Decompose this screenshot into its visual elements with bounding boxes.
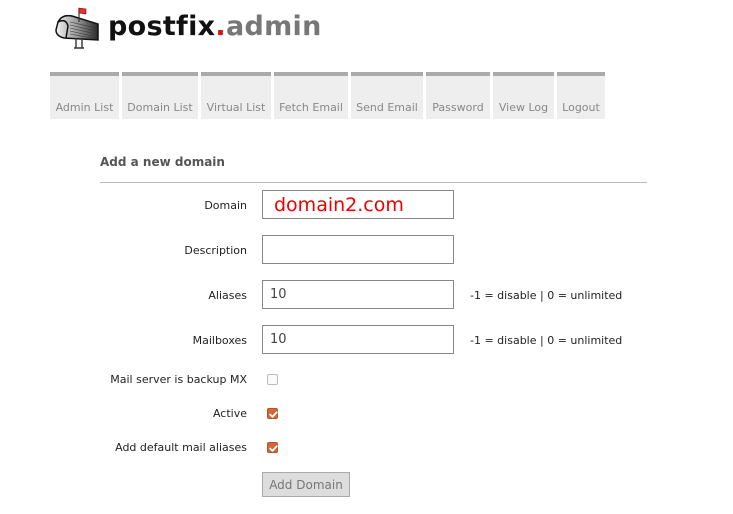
logo-text-admin: admin bbox=[225, 11, 322, 42]
active-label: Active bbox=[212, 407, 247, 420]
domain-input[interactable] bbox=[262, 190, 454, 219]
mailboxes-hint: -1 = disable | 0 = unlimited bbox=[470, 334, 623, 347]
default-aliases-label: Add default mail aliases bbox=[115, 441, 247, 454]
form-title: Add a new domain bbox=[100, 155, 225, 169]
aliases-hint: -1 = disable | 0 = unlimited bbox=[470, 289, 623, 302]
menu-item-send-email[interactable]: Send Email bbox=[351, 72, 423, 119]
logo-text: postfix.admin bbox=[108, 11, 322, 42]
aliases-label: Aliases bbox=[208, 289, 247, 302]
default-aliases-checkbox[interactable] bbox=[267, 442, 278, 453]
menu-item-fetch-email[interactable]: Fetch Email bbox=[274, 72, 348, 119]
domain-label: Domain bbox=[204, 199, 247, 212]
menu-item-virtual-list[interactable]: Virtual List bbox=[201, 72, 271, 119]
checkmark-icon bbox=[269, 445, 278, 452]
menu-item-password[interactable]: Password bbox=[426, 72, 490, 119]
checkmark-icon bbox=[269, 411, 278, 418]
backup-mx-label: Mail server is backup MX bbox=[110, 373, 247, 386]
form-divider bbox=[100, 182, 647, 183]
mailboxes-input[interactable] bbox=[262, 325, 454, 354]
mailboxes-label: Mailboxes bbox=[192, 334, 247, 347]
active-checkbox[interactable] bbox=[267, 408, 278, 419]
menu-item-admin-list[interactable]: Admin List bbox=[50, 72, 119, 119]
description-input[interactable] bbox=[262, 235, 454, 264]
menu-item-domain-list[interactable]: Domain List bbox=[122, 72, 198, 119]
logo: postfix.admin bbox=[52, 4, 321, 52]
description-label: Description bbox=[184, 244, 247, 257]
logo-text-dot: . bbox=[215, 11, 226, 42]
aliases-input[interactable] bbox=[262, 280, 454, 309]
menu-item-view-log[interactable]: View Log bbox=[493, 72, 554, 119]
main-menu: Admin List Domain List Virtual List Fetc… bbox=[50, 72, 608, 119]
backup-mx-checkbox[interactable] bbox=[267, 374, 278, 385]
menu-item-logout[interactable]: Logout bbox=[557, 72, 605, 119]
logo-text-postfix: postfix bbox=[108, 11, 216, 42]
mailbox-icon bbox=[55, 7, 99, 49]
add-domain-button[interactable]: Add Domain bbox=[262, 472, 350, 497]
